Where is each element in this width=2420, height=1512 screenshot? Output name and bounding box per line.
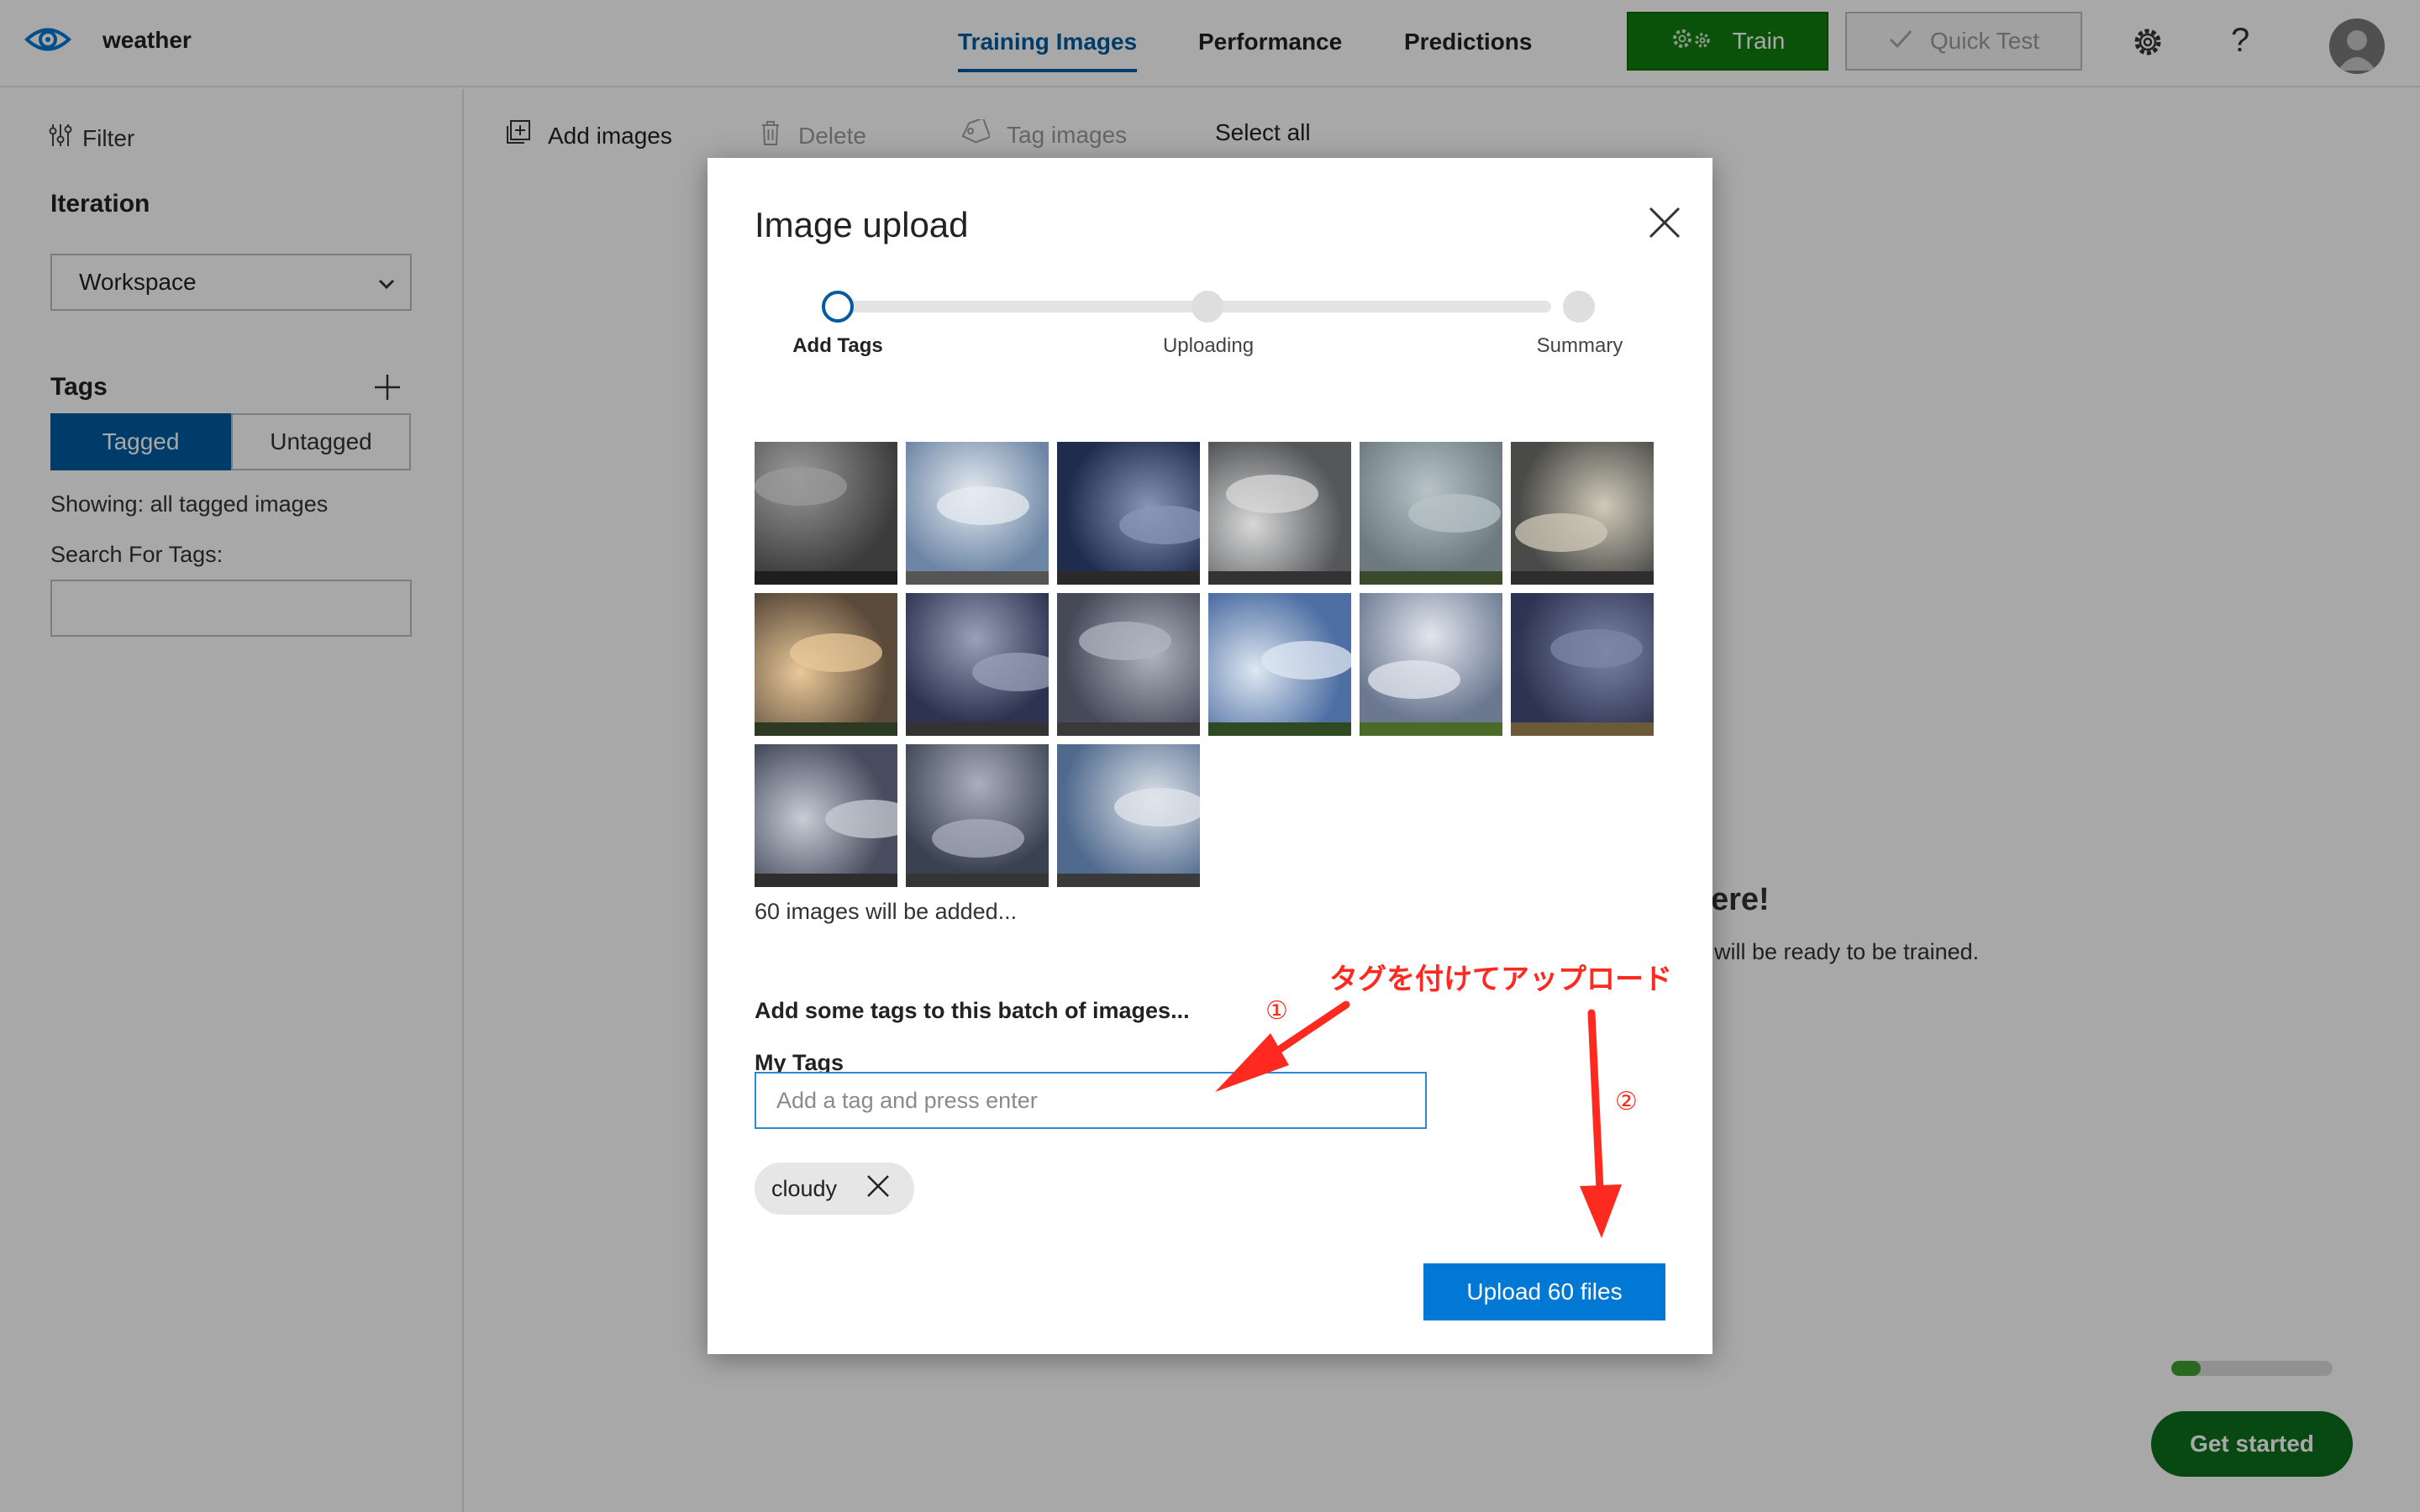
image-thumbnail — [906, 744, 1049, 887]
image-upload-dialog: Image upload Add Tags Uploading Summary … — [708, 158, 1712, 1354]
image-thumbnail — [755, 593, 897, 736]
image-thumbnail — [1057, 744, 1200, 887]
annotation-step-1-marker: ① — [1265, 996, 1288, 1026]
thumbnail-cloud-shape — [1515, 513, 1607, 552]
step-indicator-uploading — [1192, 291, 1223, 323]
thumbnail-cloud-shape — [1368, 660, 1460, 699]
thumbnail-horizon — [906, 571, 1049, 585]
thumbnail-cloud-shape — [972, 653, 1049, 691]
thumbnail-cloud-shape — [1226, 475, 1318, 513]
thumbnail-cloud-shape — [755, 467, 847, 506]
image-count-text: 60 images will be added... — [755, 899, 1018, 924]
image-thumbnail — [1511, 593, 1654, 736]
thumbnail-cloud-shape — [1079, 622, 1171, 660]
thumbnail-horizon — [1208, 722, 1351, 736]
thumbnail-cloud-shape — [937, 486, 1029, 525]
image-thumbnail — [906, 593, 1049, 736]
upload-files-button[interactable]: Upload 60 files — [1423, 1263, 1665, 1320]
thumbnail-horizon — [1360, 722, 1502, 736]
thumbnail-cloud-shape — [825, 800, 897, 838]
thumbnail-horizon — [906, 874, 1049, 887]
image-thumbnail — [755, 442, 897, 585]
thumbnail-horizon — [755, 571, 897, 585]
image-thumbnail — [1511, 442, 1654, 585]
step-indicator-summary — [1563, 291, 1595, 323]
annotation-step-2-marker: ② — [1615, 1087, 1638, 1116]
annotation-instruction-text: タグを付けてアップロード — [1329, 963, 1672, 996]
thumbnail-cloud-shape — [932, 819, 1024, 858]
image-thumbnail — [1057, 593, 1200, 736]
thumbnail-horizon — [1057, 571, 1200, 585]
image-thumbnail-grid — [755, 442, 1655, 887]
image-thumbnail — [755, 744, 897, 887]
thumbnail-horizon — [1511, 571, 1654, 585]
thumbnail-cloud-shape — [790, 633, 882, 672]
thumbnail-cloud-shape — [1119, 506, 1200, 544]
image-thumbnail — [1208, 593, 1351, 736]
step-label-uploading: Uploading — [1162, 334, 1255, 357]
thumbnail-cloud-shape — [1550, 629, 1643, 668]
image-thumbnail — [906, 442, 1049, 585]
image-thumbnail — [1057, 442, 1200, 585]
thumbnail-horizon — [1057, 874, 1200, 887]
tag-input[interactable] — [755, 1072, 1427, 1129]
step-label-add-tags: Add Tags — [792, 334, 883, 357]
thumbnail-cloud-shape — [1261, 641, 1351, 680]
thumbnail-horizon — [906, 722, 1049, 736]
thumbnail-horizon — [1511, 722, 1654, 736]
image-thumbnail — [1208, 442, 1351, 585]
thumbnail-horizon — [1360, 571, 1502, 585]
remove-tag-close-icon[interactable] — [865, 1173, 891, 1205]
step-label-summary: Summary — [1536, 334, 1623, 357]
close-icon[interactable] — [1647, 205, 1682, 240]
step-indicator-add-tags — [822, 291, 854, 323]
thumbnail-horizon — [1208, 571, 1351, 585]
image-thumbnail — [1360, 442, 1502, 585]
thumbnail-horizon — [1057, 722, 1200, 736]
thumbnail-cloud-shape — [1114, 788, 1200, 827]
thumbnail-horizon — [755, 722, 897, 736]
tag-chip-label: cloudy — [771, 1175, 838, 1201]
add-tags-heading: Add some tags to this batch of images... — [755, 998, 1190, 1023]
tag-chip: cloudy — [755, 1163, 915, 1215]
thumbnail-cloud-shape — [1408, 494, 1501, 533]
thumbnail-horizon — [755, 874, 897, 887]
image-thumbnail — [1360, 593, 1502, 736]
dialog-title: Image upload — [755, 205, 969, 244]
